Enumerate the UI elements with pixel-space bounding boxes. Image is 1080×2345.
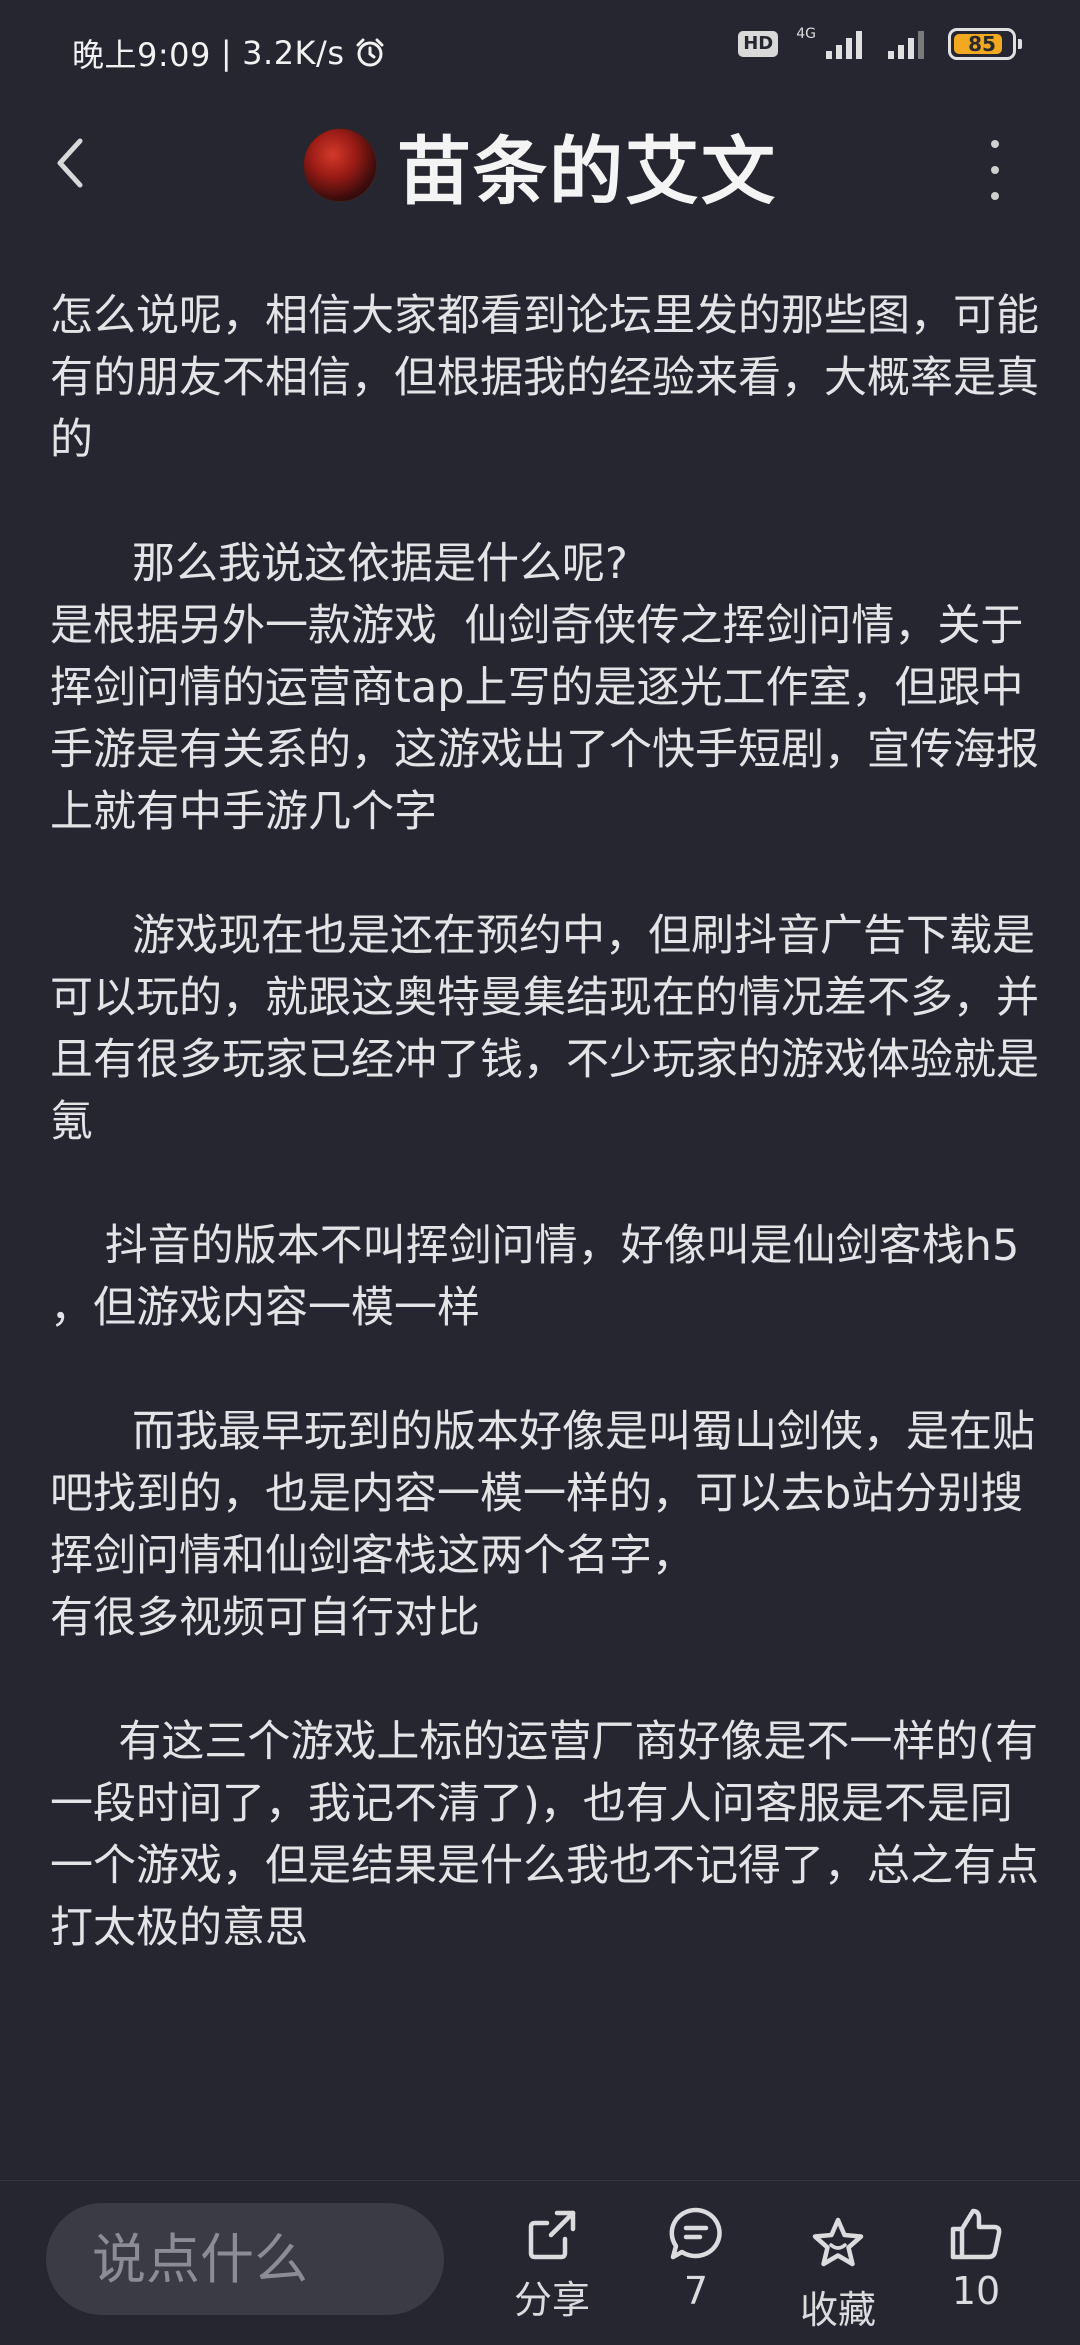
more-vertical-icon-dot	[991, 166, 999, 174]
status-separator: |	[220, 34, 233, 72]
status-time: 晚上9:09	[72, 36, 211, 74]
like-button[interactable]: 10	[916, 2205, 1036, 2335]
post-paragraph: 游戏现在也是还在预约中，但刷抖音广告下载是可以玩的，就跟这奥特曼集结现在的情况差…	[50, 911, 1039, 1147]
status-bar: 晚上9:09 | 3.2K/s HD 4G 85	[0, 0, 1080, 100]
top-nav-bar: 苗条的艾文	[0, 100, 1080, 230]
post-paragraph: 那么我说这依据是什么呢? 是根据另外一款游戏 仙剑奇侠传之挥剑问情，关于挥剑问情…	[50, 539, 1039, 837]
comment-button[interactable]: 7	[636, 2205, 756, 2335]
avatar[interactable]	[303, 128, 377, 202]
more-vertical-icon-dot	[991, 192, 999, 200]
comment-input[interactable]	[46, 2203, 444, 2315]
more-vertical-icon-dot	[991, 140, 999, 148]
battery-tip	[1018, 39, 1022, 49]
like-count: 10	[951, 2269, 1001, 2313]
author-header[interactable]: 苗条的艾文	[0, 120, 1080, 215]
post-paragraph: 怎么说呢，相信大家都看到论坛里发的那些图，可能有的朋友不相信，但根据我的经验来看…	[50, 291, 1039, 465]
share-icon	[528, 2210, 576, 2260]
more-options-button[interactable]	[980, 140, 1010, 200]
share-button[interactable]: 分享	[492, 2205, 612, 2335]
thumbs-up-icon	[950, 2208, 1002, 2260]
favorite-label: 收藏	[799, 2288, 876, 2332]
author-name[interactable]: 苗条的艾文	[397, 112, 777, 219]
battery-level: 85	[968, 32, 996, 56]
battery-indicator: 85	[948, 28, 1022, 60]
post-paragraph: 有这三个游戏上标的运营厂商好像是不一样的(有一段时间了，我记不清了)，也有人问客…	[50, 1717, 1039, 1953]
hd-badge: HD	[738, 31, 779, 57]
favorite-button[interactable]: 收藏	[778, 2215, 898, 2345]
share-label: 分享	[513, 2278, 590, 2322]
post-paragraph: 抖音的版本不叫挥剑问情，好像叫是仙剑客栈h5 ，但游戏内容一模一样	[50, 1221, 1033, 1333]
status-right: HD 4G 85	[738, 26, 1022, 60]
alarm-icon	[356, 38, 384, 67]
network-speed: 3.2K/s	[242, 34, 345, 72]
bottom-action-bar: 分享 7 收藏 10	[0, 2180, 1080, 2341]
post-body: 怎么说呢，相信大家都看到论坛里发的那些图，可能有的朋友不相信，但根据我的经验来看…	[50, 285, 1040, 2021]
status-left: 晚上9:09 | 3.2K/s	[72, 30, 386, 76]
network-type: 4G	[796, 26, 816, 42]
post-paragraph: 而我最早玩到的版本好像是叫蜀山剑侠，是在贴吧找到的，也是内容一模一样的，可以去b…	[50, 1407, 1036, 1643]
comment-count: 7	[683, 2269, 709, 2313]
signal-icon-2	[888, 31, 924, 59]
signal-icon	[826, 31, 862, 59]
comment-icon	[669, 2207, 722, 2260]
star-icon	[812, 2217, 864, 2267]
